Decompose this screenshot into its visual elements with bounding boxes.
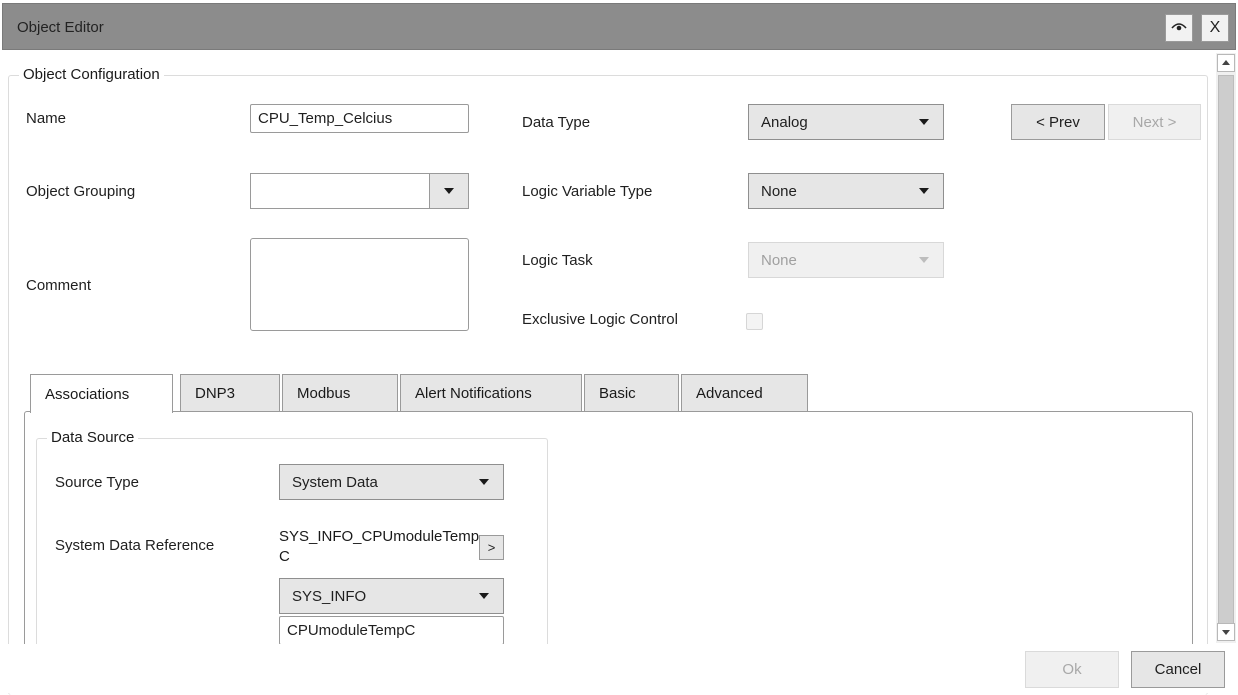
chevron-down-icon bbox=[919, 119, 929, 125]
name-input[interactable]: CPU_Temp_Celcius bbox=[250, 104, 469, 133]
window-title: Object Editor bbox=[17, 19, 104, 36]
logic-task-label: Logic Task bbox=[522, 252, 593, 269]
cancel-button[interactable]: Cancel bbox=[1131, 651, 1225, 688]
system-data-reference-label: System Data Reference bbox=[55, 537, 215, 554]
data-type-value: Analog bbox=[761, 113, 808, 131]
tab-dnp3[interactable]: DNP3 bbox=[180, 374, 280, 412]
logic-task-select: None bbox=[748, 242, 944, 278]
scrollbar-thumb[interactable] bbox=[1218, 75, 1234, 625]
system-data-item-input[interactable]: CPUmoduleTempC bbox=[279, 616, 504, 645]
tab-associations[interactable]: Associations bbox=[30, 374, 173, 413]
title-bar: Object Editor X bbox=[2, 3, 1236, 50]
system-data-category-value: SYS_INFO bbox=[292, 587, 367, 605]
comment-label: Comment bbox=[26, 277, 92, 294]
comment-textarea[interactable] bbox=[250, 238, 469, 331]
name-label: Name bbox=[26, 110, 67, 127]
chevron-down-icon bbox=[919, 188, 929, 194]
chevron-down-icon bbox=[479, 479, 489, 485]
data-type-select[interactable]: Analog bbox=[748, 104, 944, 140]
chevron-down-icon bbox=[919, 257, 929, 263]
data-source-title: Data Source bbox=[47, 429, 139, 446]
exclusive-logic-control-label: Exclusive Logic Control bbox=[522, 311, 678, 328]
exclusive-logic-control-checkbox[interactable] bbox=[746, 313, 763, 330]
scroll-down-arrow-icon[interactable] bbox=[1217, 623, 1235, 641]
object-grouping-label: Object Grouping bbox=[26, 183, 136, 200]
chevron-down-icon bbox=[479, 593, 489, 599]
object-grouping-dropdown-button[interactable] bbox=[429, 174, 468, 208]
vertical-scrollbar[interactable] bbox=[1216, 53, 1236, 643]
visibility-toggle-button[interactable] bbox=[1165, 14, 1193, 42]
chevron-down-icon bbox=[444, 188, 454, 194]
tab-basic[interactable]: Basic bbox=[584, 374, 679, 412]
eye-icon bbox=[1171, 19, 1187, 37]
logic-variable-type-label: Logic Variable Type bbox=[522, 183, 653, 200]
system-data-reference-line: SYS_INFO_CPUmoduleTemp bbox=[279, 528, 480, 545]
object-configuration-title: Object Configuration bbox=[19, 66, 164, 83]
prev-button[interactable]: < Prev bbox=[1011, 104, 1105, 140]
close-button[interactable]: X bbox=[1201, 14, 1229, 42]
logic-variable-type-value: None bbox=[761, 182, 797, 200]
object-grouping-combo[interactable] bbox=[250, 173, 469, 209]
footer-bar: Ok Cancel bbox=[0, 644, 1238, 693]
tab-modbus[interactable]: Modbus bbox=[282, 374, 398, 412]
source-type-value: System Data bbox=[292, 473, 378, 491]
next-button: Next > bbox=[1108, 104, 1201, 140]
ok-button: Ok bbox=[1025, 651, 1119, 688]
scroll-up-arrow-icon[interactable] bbox=[1217, 54, 1235, 72]
tab-alert-notifications[interactable]: Alert Notifications bbox=[400, 374, 582, 412]
logic-variable-type-select[interactable]: None bbox=[748, 173, 944, 209]
source-type-label: Source Type bbox=[55, 474, 139, 491]
tab-advanced[interactable]: Advanced bbox=[681, 374, 808, 412]
system-data-reference-value: SYS_INFO_CPUmoduleTemp C bbox=[279, 527, 479, 567]
system-data-category-select[interactable]: SYS_INFO bbox=[279, 578, 504, 614]
source-type-select[interactable]: System Data bbox=[279, 464, 504, 500]
data-type-label: Data Type bbox=[522, 114, 591, 131]
logic-task-value: None bbox=[761, 251, 797, 269]
system-data-reference-browse-button[interactable]: > bbox=[479, 535, 504, 560]
system-data-reference-line: C bbox=[279, 548, 290, 565]
